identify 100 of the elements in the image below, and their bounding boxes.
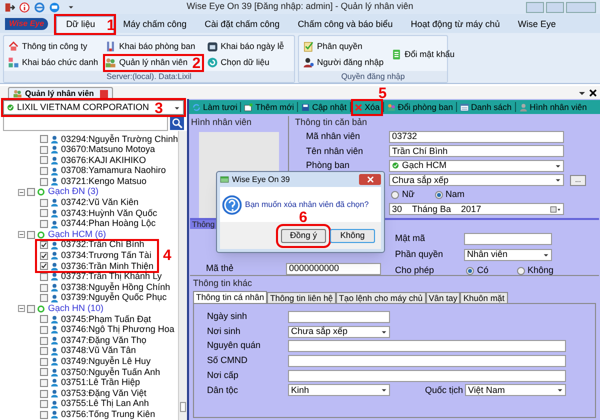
scrollbar-thumb[interactable] bbox=[180, 402, 186, 412]
ribbon-tab[interactable]: Cài đặt chấm công bbox=[196, 16, 289, 33]
toolbar-button[interactable]: Thêm mới bbox=[243, 100, 296, 114]
ribbon-button[interactable]: Khai báo phòng ban bbox=[105, 39, 202, 54]
checkbox[interactable] bbox=[40, 336, 48, 345]
checkbox[interactable] bbox=[40, 156, 48, 164]
maximize-button[interactable] bbox=[546, 2, 564, 12]
toolbar-button[interactable]: Hình nhân viên bbox=[518, 100, 588, 114]
text-field[interactable] bbox=[288, 310, 390, 323]
form-tab[interactable]: Thông tin liên hệ bbox=[267, 292, 336, 302]
ribbon-tab[interactable]: Chấm công và báo biểu bbox=[288, 16, 402, 33]
dropdown[interactable]: Chưa sắp xếp bbox=[389, 174, 564, 186]
ribbon-tab[interactable]: Máy chấm công bbox=[114, 16, 196, 33]
search-icon[interactable] bbox=[170, 116, 184, 130]
scrollbar[interactable] bbox=[178, 130, 187, 420]
caret-icon[interactable] bbox=[68, 4, 74, 10]
toolbar-button[interactable]: Đổi phòng ban bbox=[386, 100, 454, 114]
checkbox[interactable] bbox=[27, 230, 35, 239]
caret-icon bbox=[381, 387, 387, 394]
text-field[interactable] bbox=[288, 354, 566, 367]
search-field[interactable] bbox=[3, 116, 168, 131]
toolbar-button[interactable]: Cập nhật bbox=[300, 100, 348, 114]
checkbox[interactable] bbox=[40, 390, 48, 398]
close-icon bbox=[366, 176, 374, 183]
date-field[interactable]: 30 Tháng Ba 2017 bbox=[389, 203, 564, 216]
checkbox[interactable] bbox=[40, 326, 48, 334]
dropdown[interactable]: Chưa sắp xếp bbox=[288, 326, 390, 338]
dropdown[interactable]: Gạch HCM bbox=[389, 160, 564, 172]
expander-icon[interactable] bbox=[18, 305, 25, 312]
ribbon-tab[interactable]: Wise Eye bbox=[508, 16, 565, 33]
expander-icon[interactable] bbox=[18, 231, 25, 238]
checkbox[interactable] bbox=[40, 358, 48, 366]
checkbox[interactable] bbox=[40, 167, 48, 176]
form-tab[interactable]: Vân tay bbox=[426, 292, 460, 302]
ribbon-button[interactable]: Người đăng nhập bbox=[303, 56, 386, 70]
tree-item-label[interactable]: 03749:Nguyễn Lê Huy bbox=[61, 354, 151, 368]
text-field[interactable]: 03732 bbox=[389, 130, 564, 143]
text-field[interactable]: Trần Chí Bình bbox=[389, 145, 564, 158]
checkbox[interactable] bbox=[40, 209, 48, 218]
close-button[interactable] bbox=[589, 88, 597, 96]
radio-button[interactable] bbox=[391, 190, 399, 199]
checkbox[interactable] bbox=[40, 262, 48, 270]
dropdown[interactable]: Kinh bbox=[288, 384, 390, 396]
info-icon[interactable] bbox=[19, 2, 30, 12]
calendar-dropdown-icon[interactable] bbox=[550, 206, 561, 213]
ribbon-button[interactable]: Khai báo chức danh bbox=[8, 56, 100, 70]
document-tab[interactable]: Quản lý nhân viên bbox=[8, 87, 113, 99]
checkbox[interactable] bbox=[40, 146, 48, 154]
checkbox[interactable] bbox=[40, 198, 48, 207]
checkbox[interactable] bbox=[27, 304, 35, 313]
tree-item-label[interactable]: 03739:Nguyễn Quốc Phục bbox=[61, 291, 167, 305]
chat-icon[interactable] bbox=[49, 2, 60, 12]
checkbox[interactable] bbox=[40, 252, 48, 260]
checkbox[interactable] bbox=[40, 410, 48, 419]
field-label: Phòng ban bbox=[305, 159, 351, 172]
text-field[interactable] bbox=[288, 370, 566, 382]
checkbox[interactable] bbox=[40, 135, 48, 144]
dialog-button[interactable]: Không bbox=[330, 228, 375, 242]
text-field[interactable]: 0000000000 bbox=[286, 263, 381, 275]
browser-icon[interactable] bbox=[34, 2, 45, 12]
checkbox[interactable] bbox=[40, 178, 48, 186]
step-number: 2 bbox=[192, 56, 201, 71]
button-label: Chọn dữ liệu bbox=[220, 56, 270, 70]
group-caption: Server:(local). Data:Lixil bbox=[4, 71, 294, 82]
ribbon-button[interactable]: Quản lý nhân viên 2 bbox=[105, 56, 202, 70]
checkbox[interactable] bbox=[40, 347, 48, 356]
form-tab[interactable]: Thông tin cá nhân bbox=[193, 290, 268, 302]
checkbox[interactable] bbox=[40, 284, 48, 292]
ribbon-button[interactable]: Chọn dữ liệu bbox=[206, 56, 286, 70]
checkbox[interactable] bbox=[40, 368, 48, 376]
checkbox[interactable] bbox=[27, 188, 35, 196]
checkbox[interactable] bbox=[40, 294, 48, 302]
ribbon-button[interactable]: Đổi mật khẩu bbox=[390, 48, 457, 62]
radio-button[interactable] bbox=[516, 267, 525, 275]
checkbox[interactable] bbox=[40, 315, 48, 324]
text-field[interactable] bbox=[288, 340, 566, 352]
form-tab[interactable]: Tạo lệnh cho máy chủ bbox=[336, 292, 426, 302]
checkbox[interactable] bbox=[40, 378, 48, 387]
dropdown[interactable]: Việt Nam bbox=[465, 384, 566, 396]
form-tab[interactable]: Khuôn mặt bbox=[460, 292, 508, 302]
ribbon-tab[interactable]: Hoạt động từ máy chủ bbox=[402, 16, 509, 33]
radio-button[interactable] bbox=[434, 190, 443, 199]
password-field[interactable] bbox=[464, 233, 552, 245]
dropdown[interactable]: Nhân viên bbox=[464, 249, 552, 261]
checkbox[interactable] bbox=[40, 400, 48, 408]
company-dropdown[interactable]: LIXIL VIETNAM CORPORATION 3 bbox=[3, 100, 184, 115]
ribbon-button[interactable]: Phân quyền bbox=[303, 39, 386, 54]
toolbar-button[interactable]: Danh sách bbox=[458, 100, 513, 114]
ribbon-button[interactable]: Khai báo ngày lễ bbox=[206, 39, 286, 54]
field-label: Mã nhân viên bbox=[305, 130, 362, 143]
expander-icon[interactable] bbox=[18, 188, 25, 196]
close-icon bbox=[354, 102, 363, 112]
checkbox[interactable] bbox=[40, 241, 48, 250]
radio-button[interactable] bbox=[466, 267, 474, 275]
exit-icon[interactable] bbox=[4, 2, 15, 12]
minimize-button[interactable] bbox=[526, 2, 544, 12]
ribbon-tab[interactable]: Dữ liệu 1 bbox=[56, 16, 114, 33]
checkbox[interactable] bbox=[40, 220, 48, 228]
ribbon-button[interactable]: Thông tin công ty bbox=[8, 39, 100, 54]
toolbar-button[interactable]: Làm tươi bbox=[191, 100, 238, 114]
